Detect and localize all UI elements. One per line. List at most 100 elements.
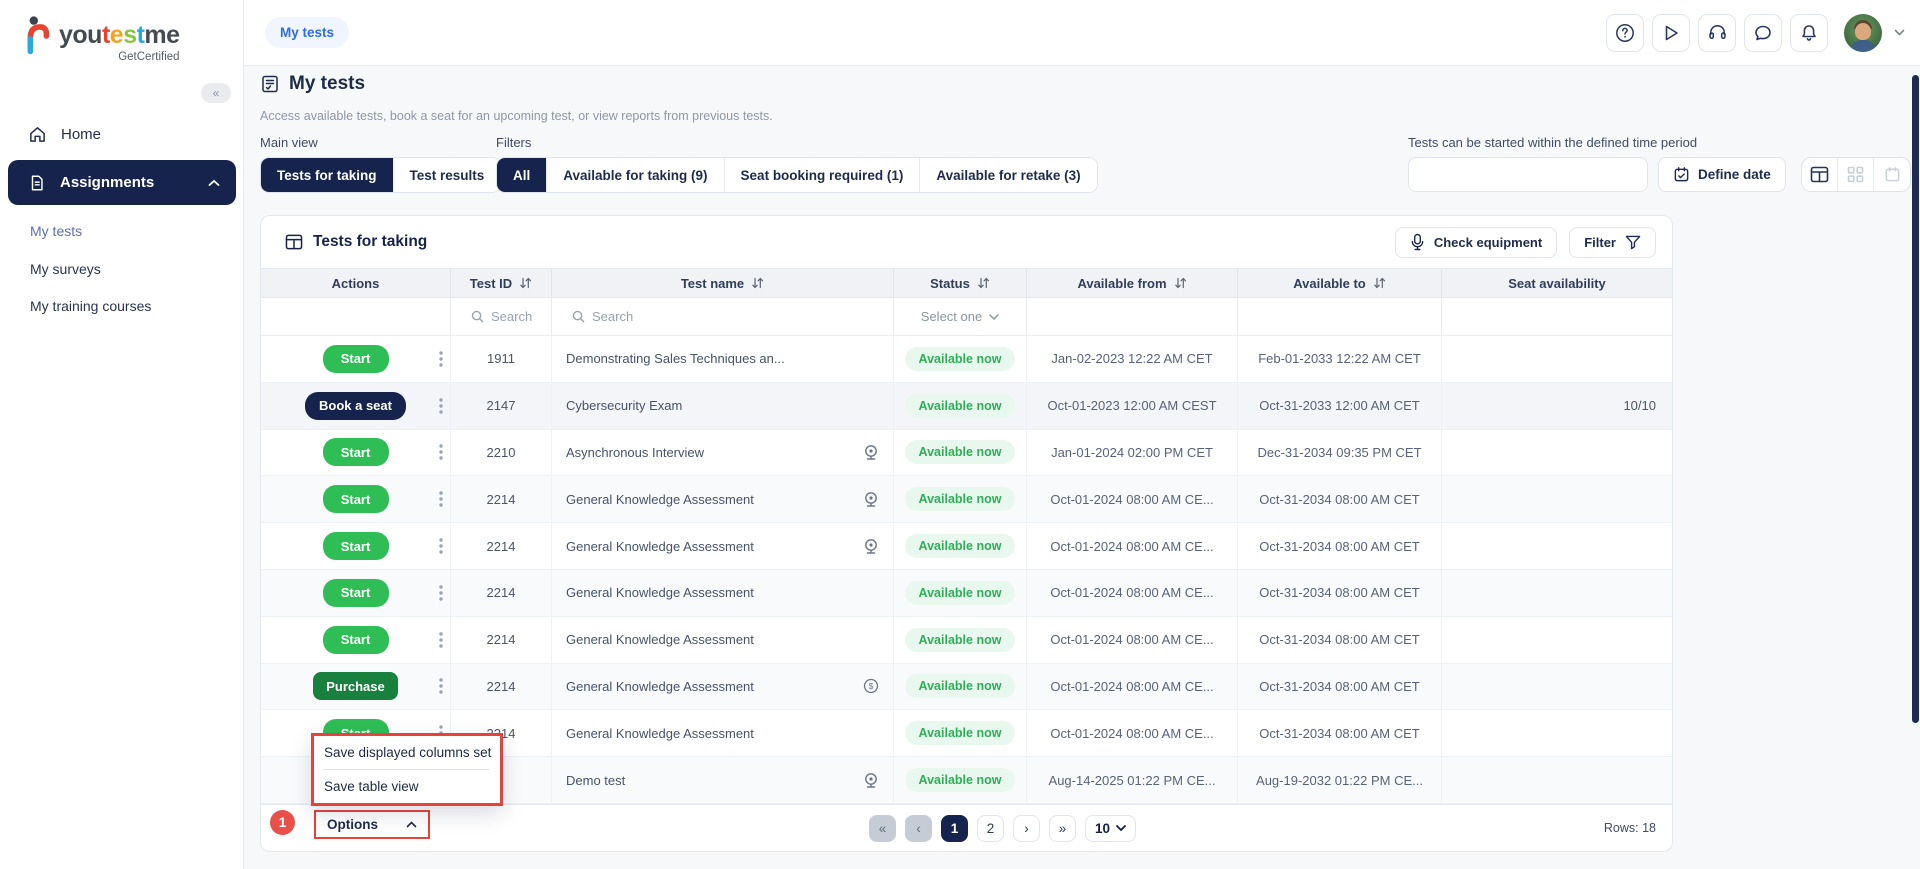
sidebar-item-my-training-courses[interactable]: My training courses [0,291,243,321]
book-a-seat-button[interactable]: Book a seat [305,391,406,420]
start-button[interactable]: Start [322,438,389,467]
test-id-search-input[interactable] [491,309,551,324]
kebab-menu-icon[interactable] [439,351,443,367]
calendar-check-icon [1674,167,1689,182]
status-badge: Available now [904,627,1016,652]
available-to-cell: Dec-31-2034 09:35 PM CET [1238,429,1442,476]
sidebar-item-assignments[interactable]: Assignments [8,160,236,205]
help-icon [1616,23,1634,42]
kebab-menu-icon[interactable] [439,538,443,554]
next-page-button[interactable]: › [1013,814,1040,842]
column-header-available-from[interactable]: Available from [1027,269,1238,297]
notifications-button[interactable] [1790,13,1828,52]
table-row: Start 2214General Knowledge Assessment Ava… [261,523,1672,570]
filter-button[interactable]: Filter [1569,226,1656,258]
kebab-menu-icon[interactable] [439,397,443,414]
view-switcher [1800,157,1911,192]
test-name-search[interactable] [552,298,894,335]
start-button[interactable]: Start [322,625,389,654]
support-button[interactable] [1698,13,1736,52]
test-name-cell: General Knowledge Assessment [552,710,894,757]
last-page-button[interactable]: » [1049,814,1076,842]
kebab-menu-icon[interactable] [439,491,443,507]
define-date-button[interactable]: Define date [1658,157,1786,192]
available-to-cell: Oct-31-2033 12:00 AM CET [1238,382,1442,429]
start-button[interactable]: Start [322,344,389,373]
funnel-icon [1625,235,1641,249]
avatar[interactable] [1844,13,1882,52]
messages-button[interactable] [1744,13,1782,52]
kebab-menu-icon[interactable] [439,444,443,461]
test-name-search-input[interactable] [592,309,831,324]
available-from-cell: Oct-01-2024 08:00 AM CE... [1027,663,1238,710]
column-header-test-id[interactable]: Test ID [451,269,552,297]
status-badge: Available now [904,580,1016,605]
actions-cell: Start [261,429,451,476]
date-filter-controls: Define date [1408,157,1911,192]
tab-tests-for-taking[interactable]: Tests for taking [261,158,393,192]
page-size-select[interactable]: 10 [1085,814,1137,842]
status-badge: Available now [904,393,1016,418]
page-button-1[interactable]: 1 [941,814,968,842]
date-range-input[interactable] [1408,157,1648,192]
calendar-view-icon[interactable] [1873,158,1909,191]
kebab-menu-icon[interactable] [439,585,443,601]
test-id-cell: 1911 [451,336,552,382]
chevron-down-icon[interactable] [1894,29,1905,36]
menu-item-save-table-view[interactable]: Save table view [314,770,500,803]
sidebar-collapse-button[interactable]: « [201,83,231,103]
page-description: Access available tests, book a seat for … [260,109,773,123]
first-page-button[interactable]: « [869,814,896,842]
filter-tab-seat-booking-required-1[interactable]: Seat booking required (1) [723,158,920,192]
webcam-icon [863,444,879,461]
rows-count-label: Rows: 18 [1603,820,1656,835]
options-popup-menu: Save displayed columns set Save table vie… [311,733,503,806]
date-filter-label: Tests can be started within the defined … [1408,135,1698,150]
headset-icon [1708,25,1726,39]
help-button[interactable] [1606,13,1644,52]
page-scrollbar[interactable] [1912,75,1919,723]
filter-tab-available-for-retake-3[interactable]: Available for retake (3) [919,158,1097,192]
table-row: Start 2214General Knowledge Assessment Ava… [261,569,1672,617]
column-header-status[interactable]: Status [894,269,1027,297]
kebab-menu-icon[interactable] [439,631,443,648]
sidebar-item-my-surveys[interactable]: My surveys [0,254,243,284]
filter-tab-available-for-taking-9[interactable]: Available for taking (9) [546,158,724,192]
options-button[interactable]: Options [314,809,430,839]
column-header-available-to[interactable]: Available to [1238,269,1442,297]
tutorial-button[interactable] [1652,13,1690,52]
column-header-test-name[interactable]: Test name [552,269,894,297]
sidebar-item-home[interactable]: Home [0,116,243,152]
menu-item-save-displayed-columns-set[interactable]: Save displayed columns set [314,736,500,769]
start-button[interactable]: Start [322,485,389,514]
page-button-2[interactable]: 2 [977,814,1004,842]
previous-page-button[interactable]: ‹ [905,814,932,842]
status-cell: Available now [894,616,1027,663]
chevron-down-icon [989,313,999,320]
purchase-button[interactable]: Purchase [313,672,398,701]
table-footer: Options « ‹ 1 2 › » 10 Rows: 18 [261,803,1672,851]
test-id-search[interactable] [451,298,552,335]
seat-availability-cell [1442,757,1672,803]
breadcrumb[interactable]: My tests [265,17,350,48]
sidebar-item-my-tests[interactable]: My tests [0,216,243,246]
chevron-down-icon [1116,825,1126,832]
filter-tab-all[interactable]: All [497,158,547,192]
status-filter-select[interactable]: Select one [921,309,999,324]
test-name-cell: Cybersecurity Exam [552,382,894,429]
kebab-menu-icon[interactable] [439,678,443,695]
table-view-icon[interactable] [1802,158,1837,191]
status-cell: Available now [894,523,1027,569]
search-cell-available-to [1238,298,1442,335]
table-row: Purchase 2214 General Knowledge Assessment… [261,663,1672,711]
available-from-cell: Oct-01-2024 08:00 AM CE... [1027,523,1238,569]
start-button[interactable]: Start [322,578,389,607]
start-button[interactable]: Start [322,532,389,561]
test-name-cell: General Knowledge Assessment [552,569,894,616]
grid-view-icon[interactable] [1837,158,1873,191]
page-title: My tests [260,73,365,95]
check-equipment-button[interactable]: Check equipment [1394,226,1558,258]
search-cell-available-from [1027,298,1238,335]
tab-test-results[interactable]: Test results [392,158,501,192]
sort-icon [1373,277,1385,289]
